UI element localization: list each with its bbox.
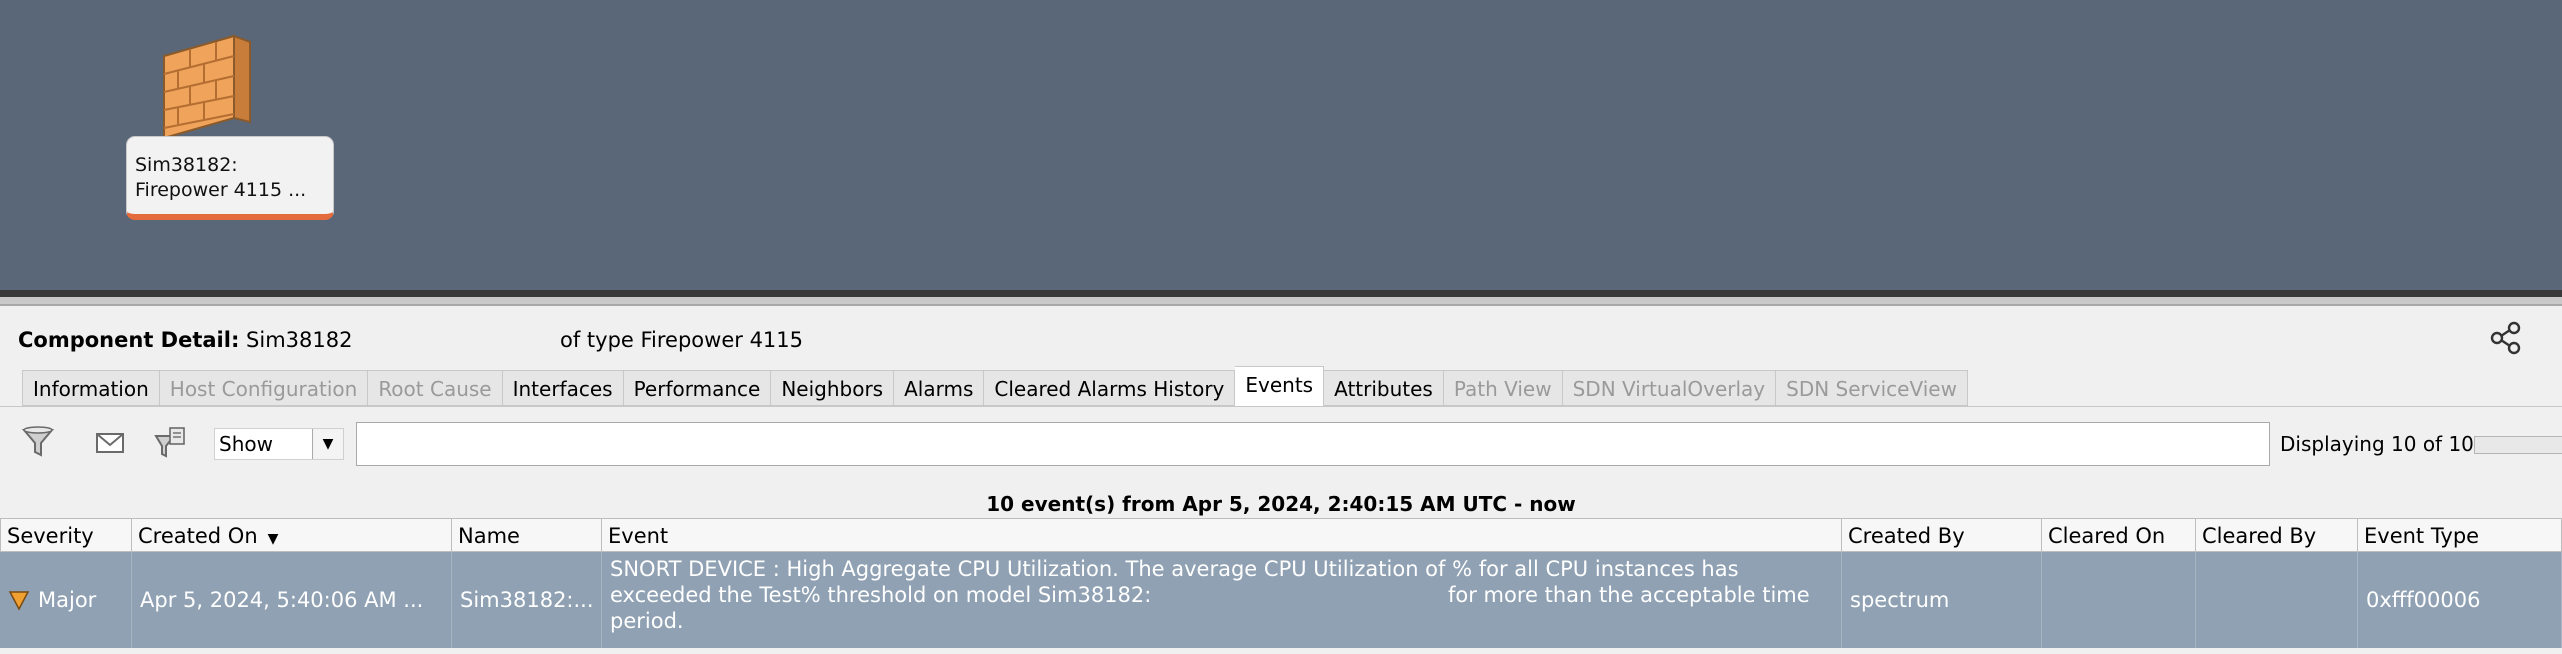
severity-cell: Major: [0, 552, 132, 648]
show-select[interactable]: Show ▼: [214, 428, 344, 460]
tab-divider: [0, 406, 2562, 407]
pane-splitter[interactable]: [0, 290, 2562, 306]
created-on-cell: Apr 5, 2024, 5:40:06 AM ...: [132, 552, 452, 648]
firewall-icon[interactable]: [150, 34, 260, 144]
column-header-event-type[interactable]: Event Type: [2358, 518, 2562, 552]
events-summary: 10 event(s) from Apr 5, 2024, 2:40:15 AM…: [986, 492, 1576, 516]
display-count: Displaying 10 of 10: [2280, 432, 2474, 456]
column-header-event[interactable]: Event: [602, 518, 1842, 552]
detail-tabs: Information Host Configuration Root Cause I…: [22, 366, 1968, 406]
tab-alarms[interactable]: Alarms: [894, 370, 985, 406]
tab-neighbors[interactable]: Neighbors: [771, 370, 895, 406]
device-type: Firepower 4115 ...: [135, 179, 307, 201]
column-header-name[interactable]: Name: [452, 518, 602, 552]
device-node[interactable]: Sim38182: Firepower 4115 ...: [126, 34, 336, 224]
chevron-down-icon[interactable]: ▼: [312, 429, 343, 459]
tab-interfaces[interactable]: Interfaces: [502, 370, 624, 406]
tab-sdn-serviceview[interactable]: SDN ServiceView: [1776, 370, 1968, 406]
tab-information[interactable]: Information: [22, 370, 160, 406]
component-detail-panel: Component Detail: Sim38182 of type Firep…: [0, 306, 2562, 654]
load-progress-bar: [2474, 436, 2562, 454]
tab-root-cause[interactable]: Root Cause: [368, 370, 503, 406]
device-label-card[interactable]: Sim38182: Firepower 4115 ...: [126, 136, 334, 220]
cleared-by-cell: [2196, 552, 2358, 648]
tab-host-configuration[interactable]: Host Configuration: [159, 370, 369, 406]
tab-performance[interactable]: Performance: [623, 370, 772, 406]
component-detail-header: Component Detail: Sim38182: [18, 328, 352, 352]
topology-canvas[interactable]: Sim38182: Firepower 4115 ...: [0, 0, 2562, 290]
event-cell: SNORT DEVICE : High Aggregate CPU Utiliz…: [602, 552, 1842, 648]
filter-input[interactable]: [356, 422, 2270, 466]
column-header-created-on[interactable]: Created On ▼: [132, 518, 452, 552]
cleared-on-cell: [2042, 552, 2196, 648]
component-detail-label: Component Detail:: [18, 328, 240, 352]
created-by-cell: spectrum: [1842, 552, 2042, 648]
name-cell: Sim38182:...: [452, 552, 602, 648]
table-row[interactable]: Major Apr 5, 2024, 5:40:06 AM ... Sim381…: [0, 552, 2562, 648]
column-header-severity[interactable]: Severity: [0, 518, 132, 552]
email-icon[interactable]: [92, 424, 128, 460]
severity-major-icon: [8, 591, 30, 611]
device-name: Sim38182:: [135, 154, 238, 176]
show-select-value: Show: [219, 432, 273, 456]
tab-cleared-alarms-history[interactable]: Cleared Alarms History: [984, 370, 1236, 406]
component-type: of type Firepower 4115: [560, 328, 804, 352]
column-header-cleared-by[interactable]: Cleared By: [2196, 518, 2358, 552]
column-header-cleared-on[interactable]: Cleared On: [2042, 518, 2196, 552]
share-icon[interactable]: [2488, 320, 2524, 356]
tab-path-view[interactable]: Path View: [1443, 370, 1563, 406]
tab-attributes[interactable]: Attributes: [1324, 370, 1444, 406]
component-name: Sim38182: [246, 328, 353, 352]
sort-descending-icon: ▼: [267, 531, 279, 547]
event-type-cell: 0xfff00006: [2358, 552, 2562, 648]
tab-sdn-virtualoverlay[interactable]: SDN VirtualOverlay: [1562, 370, 1777, 406]
events-toolbar: Show ▼ Displaying 10 of 10: [0, 418, 2562, 466]
export-icon[interactable]: [152, 424, 188, 460]
tab-events[interactable]: Events: [1235, 366, 1325, 406]
filter-icon[interactable]: [20, 424, 56, 460]
column-header-created-by[interactable]: Created By: [1842, 518, 2042, 552]
